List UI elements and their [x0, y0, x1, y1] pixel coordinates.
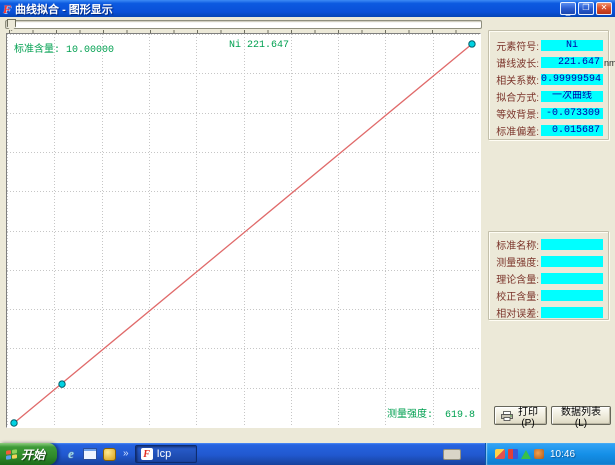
windows-flag-icon	[6, 449, 17, 460]
app-icon: F	[3, 3, 11, 15]
field-label: 等效背景:	[492, 106, 539, 121]
background-value: -0.073309	[541, 108, 603, 119]
window-controls: _ ❐ ✕	[560, 2, 612, 15]
correlation-value: 0.99999594	[541, 74, 603, 85]
measured-intensity-value	[541, 256, 603, 267]
field-row-standard-name: 标准名称:	[489, 236, 608, 253]
fit-method-value: 一次曲线	[541, 91, 603, 102]
maximize-button[interactable]: ❐	[578, 2, 594, 15]
start-button-label: 开始	[21, 446, 45, 463]
tray-icon-2[interactable]	[508, 449, 518, 459]
start-button[interactable]: 开始	[0, 443, 57, 465]
slider-track[interactable]	[5, 20, 482, 29]
minimize-icon: _	[566, 8, 570, 16]
screen: F 曲线拟合 - 图形显示 _ ❐ ✕ 标准含量: 10.00000 Ni 22…	[0, 0, 615, 465]
quicklaunch-ie-icon[interactable]: e	[64, 447, 78, 461]
field-row-wavelength: 谱线波长: 221.647 nm	[489, 54, 608, 71]
data-point-marker[interactable]	[59, 381, 65, 387]
field-row-measured-intensity: 测量强度:	[489, 253, 608, 270]
std-deviation-value: 0.015687	[541, 125, 603, 136]
data-point-marker[interactable]	[469, 41, 475, 47]
field-label: 相关系数:	[492, 72, 539, 87]
tray-icon-4[interactable]	[534, 449, 544, 459]
quick-launch-bar: e	[57, 447, 121, 461]
window-title: 曲线拟合 - 图形显示	[15, 1, 113, 17]
print-button-label: 打印(P)	[516, 403, 540, 429]
relative-error-value	[541, 307, 603, 318]
system-tray: 10:46	[485, 443, 615, 465]
field-row-correlation: 相关系数: 0.99999594	[489, 71, 608, 88]
field-label: 元素符号:	[492, 38, 539, 53]
chart-svg[interactable]	[7, 34, 480, 427]
chart-label-measured-intensity: 测量强度: 619.8	[387, 405, 475, 421]
fit-line	[14, 44, 472, 423]
minimize-button[interactable]: _	[560, 2, 576, 15]
taskbar: 开始 e » F Icp 10:46	[0, 443, 615, 465]
field-row-background: 等效背景: -0.073309	[489, 105, 608, 122]
wavelength-value: 221.647	[541, 57, 603, 68]
quicklaunch-app-icon[interactable]	[102, 447, 116, 461]
tray-icon-3[interactable]	[521, 450, 531, 459]
data-list-button-label: 数据列表(L)	[558, 403, 604, 429]
field-label: 拟合方式:	[492, 89, 539, 104]
tray-icon-1[interactable]	[495, 449, 505, 459]
sample-info-groupbox: 标准名称: 测量强度: 理论含量: 校正含量: 相对误差:	[488, 231, 609, 320]
field-label: 谱线波长:	[492, 55, 539, 70]
printer-icon	[501, 411, 513, 421]
standard-name-value	[541, 239, 603, 250]
field-row-std-deviation: 标准偏差: 0.015687	[489, 122, 608, 139]
field-label: 校正含量:	[492, 288, 539, 303]
close-icon: ✕	[601, 4, 608, 12]
chart-label-standard-content: 标准含量: 10.00000	[14, 40, 114, 56]
data-point-marker[interactable]	[11, 420, 17, 426]
field-label: 标准名称:	[492, 237, 539, 252]
zoom-slider[interactable]	[5, 19, 482, 33]
corrected-content-value	[541, 290, 603, 301]
wavelength-unit: nm	[604, 58, 615, 68]
field-row-element-symbol: 元素符号: Ni	[489, 37, 608, 54]
task-button-label: Icp	[157, 448, 172, 460]
language-toolbar-chip[interactable]	[443, 449, 461, 460]
element-symbol-value: Ni	[541, 40, 603, 51]
field-label: 测量强度:	[492, 254, 539, 269]
data-list-button[interactable]: 数据列表(L)	[551, 406, 611, 425]
close-button[interactable]: ✕	[596, 2, 612, 15]
field-label: 标准偏差:	[492, 123, 539, 138]
fit-info-groupbox: 元素符号: Ni 谱线波长: 221.647 nm 相关系数: 0.999995…	[488, 30, 609, 140]
overflow-chevron-icon[interactable]: »	[123, 449, 129, 459]
chart-label-element-line: Ni 221.647	[229, 40, 289, 51]
field-label: 理论含量:	[492, 271, 539, 286]
quicklaunch-desktop-icon[interactable]	[83, 447, 97, 461]
titlebar[interactable]: F 曲线拟合 - 图形显示 _ ❐ ✕	[0, 0, 615, 17]
task-app-icon: F	[141, 448, 153, 460]
app-window: F 曲线拟合 - 图形显示 _ ❐ ✕ 标准含量: 10.00000 Ni 22…	[0, 0, 615, 443]
field-row-fit-method: 拟合方式: 一次曲线	[489, 88, 608, 105]
field-row-corrected-content: 校正含量:	[489, 287, 608, 304]
theoretical-content-value	[541, 273, 603, 284]
field-label: 相对误差:	[492, 305, 539, 320]
chart-grid	[7, 34, 480, 427]
tray-clock[interactable]: 10:46	[550, 449, 575, 460]
print-button[interactable]: 打印(P)	[494, 406, 547, 425]
maximize-icon: ❐	[582, 4, 589, 12]
chart-area[interactable]: 标准含量: 10.00000 Ni 221.647 测量强度: 619.8	[6, 33, 481, 428]
task-button-icp[interactable]: F Icp	[135, 445, 197, 463]
field-row-relative-error: 相对误差:	[489, 304, 608, 321]
field-row-theoretical-content: 理论含量:	[489, 270, 608, 287]
